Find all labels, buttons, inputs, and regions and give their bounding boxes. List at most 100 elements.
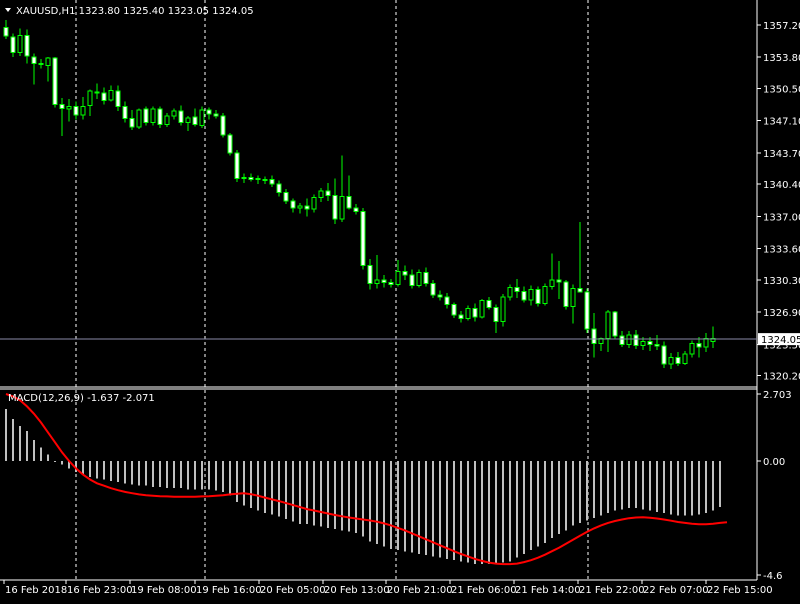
macd-histogram-bar xyxy=(208,460,210,490)
candle-body xyxy=(10,36,16,53)
macd-histogram-bar xyxy=(523,460,525,554)
price-axis-label: 1343.70 xyxy=(763,149,800,160)
candle-body xyxy=(325,190,331,197)
macd-histogram-bar xyxy=(19,426,21,461)
candle-body xyxy=(633,334,639,346)
candle-body xyxy=(619,335,625,345)
candle-body xyxy=(283,192,289,202)
macd-histogram-bar xyxy=(439,460,441,558)
macd-histogram-bar xyxy=(222,460,224,492)
macd-histogram-bar xyxy=(628,460,630,509)
candle-body xyxy=(661,345,667,365)
candle-body xyxy=(17,34,23,53)
macd-histogram-bar xyxy=(425,460,427,556)
macd-histogram-bar xyxy=(250,460,252,509)
candle-body xyxy=(276,183,282,194)
candle-body xyxy=(353,207,359,213)
candle-body xyxy=(59,103,65,109)
macd-histogram-bar xyxy=(586,460,588,521)
macd-histogram-bar xyxy=(180,460,182,489)
candle-body xyxy=(164,115,170,125)
time-axis-label: 21 Feb 14:00 xyxy=(515,585,581,596)
macd-histogram-bar xyxy=(635,460,637,509)
candle-body xyxy=(584,291,590,330)
candle-body xyxy=(220,115,226,136)
bid-price-label: 1324.05 xyxy=(761,335,800,346)
candle-body xyxy=(122,105,128,120)
macd-histogram-bar xyxy=(551,460,553,538)
time-axis-label: 19 Feb 16:00 xyxy=(196,585,262,596)
macd-histogram-bar xyxy=(642,460,644,510)
candle-body xyxy=(528,288,534,301)
macd-histogram-bar xyxy=(509,460,511,562)
candle-body xyxy=(346,195,352,209)
macd-histogram-bar xyxy=(481,460,483,564)
candle-body xyxy=(605,311,611,340)
macd-histogram-bar xyxy=(593,460,595,518)
macd-histogram-bar xyxy=(712,460,714,511)
price-chart-svg[interactable]: 16 Feb 2018 16 Feb 23:0019 Feb 08:00 19 Fe… xyxy=(0,0,800,600)
macd-histogram-bar xyxy=(677,460,679,516)
price-axis-label: 1330.30 xyxy=(763,276,800,287)
price-axis-label: 1320.20 xyxy=(763,372,800,383)
candle-body xyxy=(178,110,184,124)
candle-body xyxy=(563,281,569,307)
macd-histogram-bar xyxy=(138,460,140,486)
candle-body xyxy=(360,211,366,267)
time-axis-label: 20 Feb 21:00 xyxy=(387,585,453,596)
candle-body xyxy=(80,105,86,116)
candle-body xyxy=(157,108,163,125)
time-axis-label: 21 Feb 22:00 xyxy=(579,585,645,596)
macd-histogram-bar xyxy=(411,460,413,553)
macd-histogram-bar xyxy=(390,460,392,549)
candle-body xyxy=(521,290,527,301)
candle-body xyxy=(367,265,373,285)
macd-histogram-bar xyxy=(341,460,343,531)
candle-body xyxy=(290,200,296,209)
macd-histogram-bar xyxy=(243,460,245,506)
candle-body xyxy=(549,279,555,288)
macd-histogram-bar xyxy=(495,460,497,564)
macd-histogram-bar xyxy=(12,418,14,461)
candle-body xyxy=(640,340,646,346)
macd-histogram-bar xyxy=(257,460,259,511)
candle-body xyxy=(465,307,471,320)
macd-histogram-bar xyxy=(173,460,175,489)
macd-histogram-bar xyxy=(516,460,518,558)
candle-body xyxy=(339,195,345,220)
macd-histogram-bar xyxy=(705,460,707,514)
macd-histogram-bar xyxy=(61,460,63,465)
macd-histogram-bar xyxy=(89,460,91,478)
chart-window[interactable]: 16 Feb 2018 16 Feb 23:00 19 Feb 08:00 19 Fe… xyxy=(0,0,800,600)
candle-body xyxy=(472,307,478,318)
candle-body xyxy=(381,279,387,284)
price-axis-label: 1353.80 xyxy=(763,53,800,64)
candle-body xyxy=(682,353,688,364)
macd-histogram-bar xyxy=(166,460,168,489)
candle-body xyxy=(514,286,520,292)
candle-body xyxy=(654,343,660,347)
time-axis-label: 19 Feb 08:00 xyxy=(131,585,197,596)
dropdown-triangle-icon xyxy=(5,8,11,12)
candle-body xyxy=(66,105,72,110)
macd-signal-line xyxy=(5,393,728,566)
macd-histogram-bar xyxy=(565,460,567,531)
candle-body xyxy=(689,342,695,355)
candle-body xyxy=(444,296,450,306)
macd-histogram-bar xyxy=(215,460,217,491)
macd-histogram-bar xyxy=(383,460,385,547)
macd-histogram-bar xyxy=(663,460,665,514)
candle-body xyxy=(479,300,485,318)
chart-title-text: XAUUSD,H1 1323.80 1325.40 1323.05 1324.0… xyxy=(16,6,254,17)
candle-body xyxy=(73,105,79,116)
macd-histogram-bar xyxy=(558,460,560,535)
price-axis-label: 1333.60 xyxy=(763,245,800,256)
macd-histogram-bar xyxy=(26,431,28,461)
macd-histogram-bar xyxy=(404,460,406,552)
macd-histogram-bar xyxy=(33,439,35,461)
candle-body xyxy=(38,63,44,66)
candle-body xyxy=(402,270,408,276)
candle-body xyxy=(108,89,114,101)
macd-histogram-bar xyxy=(54,460,56,462)
macd-histogram-bar xyxy=(159,460,161,487)
